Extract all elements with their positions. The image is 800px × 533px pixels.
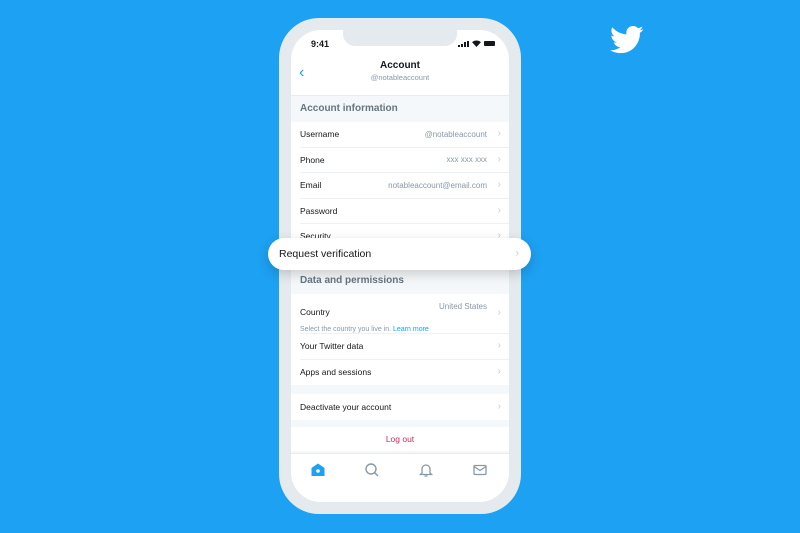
chevron-right-icon: › — [497, 128, 501, 140]
section-heading-account-information: Account information — [291, 96, 509, 122]
status-time: 9:41 — [311, 39, 330, 49]
list-item-apps-sessions[interactable]: Apps and sessions › — [300, 360, 509, 386]
item-label: Username — [300, 129, 340, 140]
item-label: Apps and sessions — [300, 367, 372, 378]
tab-search-icon[interactable] — [364, 462, 380, 478]
status-icons — [458, 40, 495, 47]
list-item-phone[interactable]: Phone xxx xxx xxx › — [300, 148, 509, 173]
twitter-logo-icon — [610, 25, 644, 54]
tab-bar — [291, 453, 509, 502]
tab-notifications-icon[interactable] — [418, 462, 434, 478]
battery-icon — [484, 41, 495, 46]
country-hint: Select the country you live in. Learn mo… — [300, 326, 487, 333]
signal-icon — [458, 40, 469, 47]
chevron-right-icon: › — [497, 307, 501, 318]
list-item-country[interactable]: Country United States › Select the count… — [300, 294, 509, 334]
item-label: Your Twitter data — [300, 341, 364, 352]
item-label: Phone — [300, 154, 325, 165]
page-subtitle: @notableaccount — [370, 73, 430, 82]
item-label: Request verification — [279, 248, 372, 260]
chevron-right-icon: › — [497, 153, 501, 165]
wifi-icon — [472, 40, 481, 47]
tab-home-icon[interactable] — [310, 462, 326, 478]
list-item-username[interactable]: Username @notableaccount › — [300, 122, 509, 148]
phone-notch — [343, 30, 457, 46]
hint-text: Select the country you live in. — [300, 326, 392, 333]
item-label: Email — [300, 180, 322, 191]
tab-messages-icon[interactable] — [472, 462, 488, 478]
item-label: Country — [300, 307, 330, 317]
data-permissions-list: Country United States › Select the count… — [291, 294, 509, 385]
list-item-password[interactable]: Password › — [300, 199, 509, 224]
learn-more-link[interactable]: Learn more — [393, 326, 429, 333]
chevron-right-icon: › — [497, 366, 501, 378]
item-value: xxx xxx xxx — [446, 155, 487, 165]
chevron-right-icon: › — [497, 340, 501, 352]
logout-button[interactable]: Log out — [291, 427, 509, 451]
chevron-right-icon: › — [497, 179, 501, 191]
section-heading-data-permissions: Data and permissions — [291, 268, 509, 294]
chevron-right-icon: › — [497, 400, 501, 412]
chevron-right-icon: › — [515, 247, 519, 260]
request-verification-button[interactable]: Request verification › — [268, 238, 531, 270]
item-label: Deactivate your account — [300, 401, 392, 412]
item-value: @notableaccount — [424, 129, 487, 139]
page-title: Account — [380, 60, 420, 71]
deactivate-group: Deactivate your account › — [291, 394, 509, 420]
chevron-right-icon: › — [497, 204, 501, 216]
list-item-email[interactable]: Email notableaccount@email.com › — [300, 173, 509, 199]
item-value: United States — [438, 302, 487, 311]
list-item-twitter-data[interactable]: Your Twitter data › — [300, 334, 509, 360]
page-header: ‹ Account @notableaccount — [291, 58, 509, 96]
list-item-deactivate[interactable]: Deactivate your account › — [300, 394, 509, 420]
item-label: Password — [300, 205, 338, 216]
item-value: notableaccount@email.com — [388, 180, 487, 190]
